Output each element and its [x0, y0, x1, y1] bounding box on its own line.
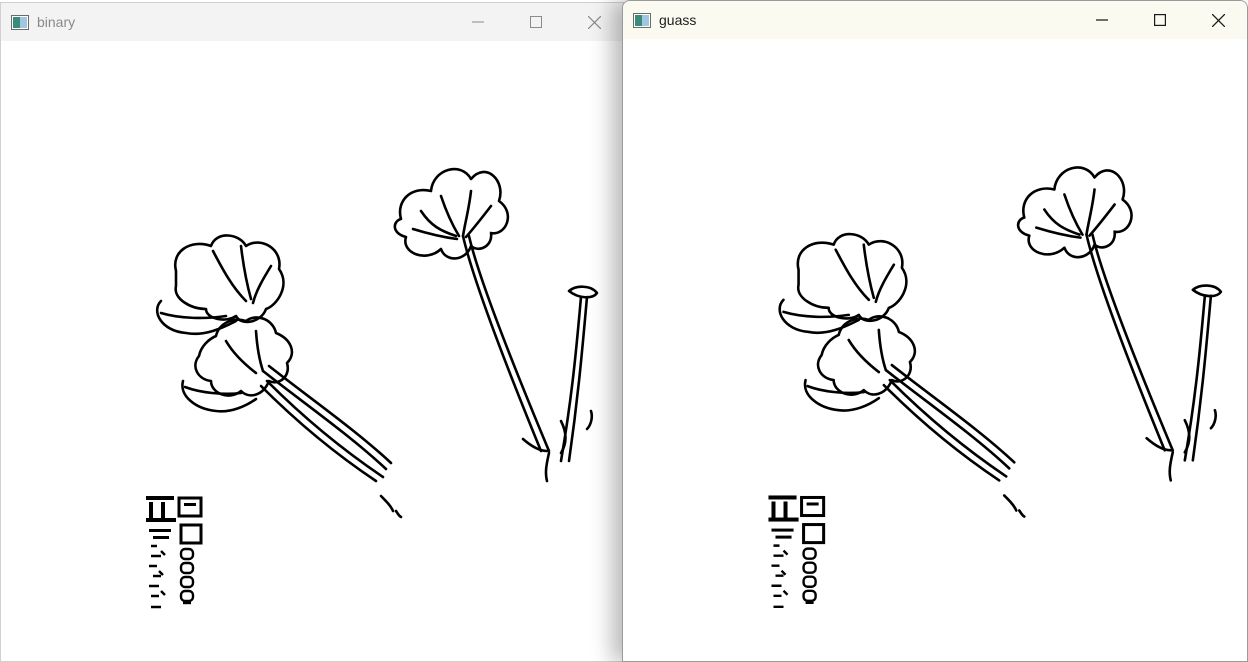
app-icon: [11, 14, 29, 30]
guass-flower-image: [768, 166, 1223, 609]
window-title: guass: [659, 12, 697, 28]
minimize-button[interactable]: [1073, 1, 1131, 39]
guass-window[interactable]: guass: [622, 0, 1248, 662]
window-controls: [449, 3, 623, 41]
close-icon: [587, 15, 601, 29]
guass-titlebar[interactable]: guass: [623, 1, 1247, 39]
minimize-icon: [1096, 19, 1108, 21]
window-title: binary: [37, 14, 76, 30]
image-canvas: [623, 39, 1247, 661]
binary-flower-image: [146, 167, 599, 609]
window-controls: [1073, 1, 1247, 39]
maximize-icon: [1154, 14, 1166, 26]
close-button[interactable]: [1189, 1, 1247, 39]
app-icon: [633, 12, 651, 28]
maximize-button[interactable]: [507, 3, 565, 41]
close-icon: [1211, 13, 1225, 27]
binary-window[interactable]: binary: [0, 2, 624, 662]
image-canvas: [1, 41, 623, 661]
minimize-icon: [472, 21, 484, 23]
minimize-button[interactable]: [449, 3, 507, 41]
desktop: binary guass: [0, 0, 1248, 662]
close-button[interactable]: [565, 3, 623, 41]
maximize-button[interactable]: [1131, 1, 1189, 39]
maximize-icon: [530, 16, 542, 28]
binary-titlebar[interactable]: binary: [1, 3, 623, 41]
